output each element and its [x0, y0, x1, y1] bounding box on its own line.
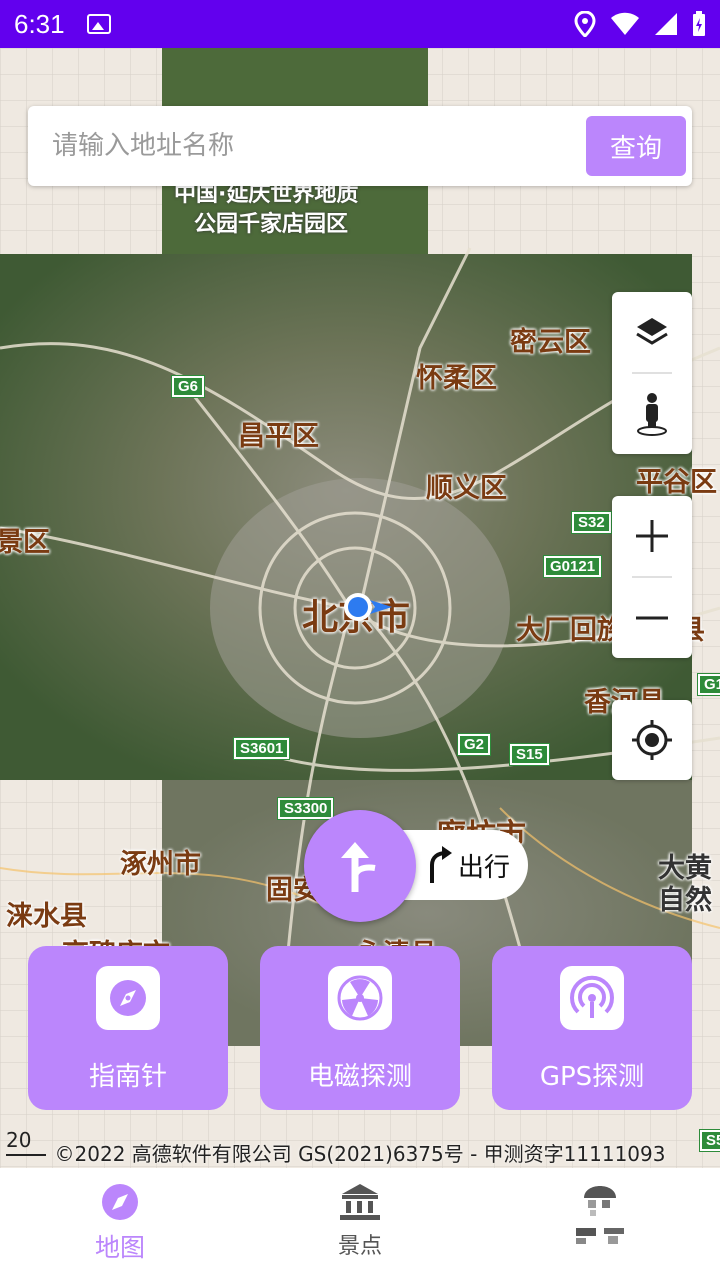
wifi-icon	[611, 12, 639, 35]
compass-icon	[102, 1184, 138, 1220]
road-shield: G2	[456, 733, 492, 756]
road-shield: S3300	[276, 797, 335, 820]
trip-button[interactable]: 出行	[400, 830, 528, 900]
emf-detect-button[interactable]: 电磁探测	[260, 946, 460, 1110]
search-button[interactable]: 查询	[586, 116, 686, 176]
road-shield: G0121	[542, 555, 603, 578]
trip-label: 出行	[458, 852, 511, 883]
map-label: 平谷区	[636, 467, 717, 498]
nav-item-third[interactable]	[480, 1168, 720, 1280]
road-shield: G1	[696, 673, 720, 696]
locate-me-button[interactable]	[612, 700, 692, 780]
layers-icon	[636, 318, 668, 345]
location-icon	[574, 11, 596, 37]
map-copyright: ©2022 高德软件有限公司 GS(2021)6375号 - 甲测资字11111…	[54, 1142, 666, 1166]
road-shield: S3601	[232, 737, 291, 760]
road-shield: S32	[571, 511, 612, 534]
street-view-button[interactable]	[612, 374, 692, 454]
plus-icon	[636, 520, 668, 552]
nav-label: 景点	[337, 1234, 382, 1259]
person-pin-icon	[637, 393, 667, 436]
tool-label: GPS探测	[539, 1062, 645, 1092]
tool-label: 电磁探测	[307, 1062, 412, 1092]
map-label: 昌平区	[238, 421, 319, 452]
radiation-icon	[328, 966, 392, 1030]
map-label: 景区	[0, 527, 50, 558]
placeholder-icon	[576, 1186, 624, 1244]
search-bar: 查询	[28, 106, 692, 186]
map-label: 涿州市	[120, 849, 201, 880]
layers-button[interactable]	[612, 292, 692, 372]
map-label: 涞水县	[6, 901, 87, 932]
nav-item-attractions[interactable]: 景点	[240, 1168, 480, 1280]
road-shield: G6	[170, 375, 206, 398]
signal-icon	[655, 13, 677, 35]
navigation-fab[interactable]	[304, 810, 416, 922]
zoom-controls	[612, 496, 692, 658]
fork-arrow-icon	[341, 842, 376, 892]
tool-label: 指南针	[88, 1062, 167, 1092]
status-time: 6:31	[14, 8, 65, 39]
current-location-marker	[344, 593, 392, 621]
map-label: 公园千家店园区	[194, 212, 349, 237]
locate-control	[612, 700, 692, 780]
map-label: 顺义区	[426, 473, 507, 504]
zoom-in-button[interactable]	[612, 496, 692, 576]
bottom-navigation: 地图 景点	[0, 1168, 720, 1280]
compass-tool-button[interactable]: 指南针	[28, 946, 228, 1110]
map-label: 自然	[658, 885, 712, 916]
map-label: 怀柔区	[416, 363, 497, 394]
battery-icon	[693, 11, 705, 36]
gallery-notification-icon	[86, 14, 111, 34]
minus-icon	[636, 616, 668, 620]
address-search-input[interactable]	[52, 131, 586, 161]
map-label: 密云区	[510, 327, 591, 358]
gps-detect-button[interactable]: GPS探测	[492, 946, 692, 1110]
zoom-out-button[interactable]	[612, 578, 692, 658]
gps-signal-icon	[560, 966, 624, 1030]
nav-item-map[interactable]: 地图	[0, 1168, 240, 1280]
nav-label: 地图	[94, 1233, 145, 1262]
map-layer-controls	[612, 292, 692, 454]
landmark-icon	[340, 1184, 380, 1220]
status-bar: 6:31	[0, 0, 720, 48]
compass-icon	[96, 966, 160, 1030]
road-shield: S15	[509, 743, 550, 766]
turn-arrow-icon	[430, 846, 452, 883]
crosshair-icon	[632, 720, 672, 760]
